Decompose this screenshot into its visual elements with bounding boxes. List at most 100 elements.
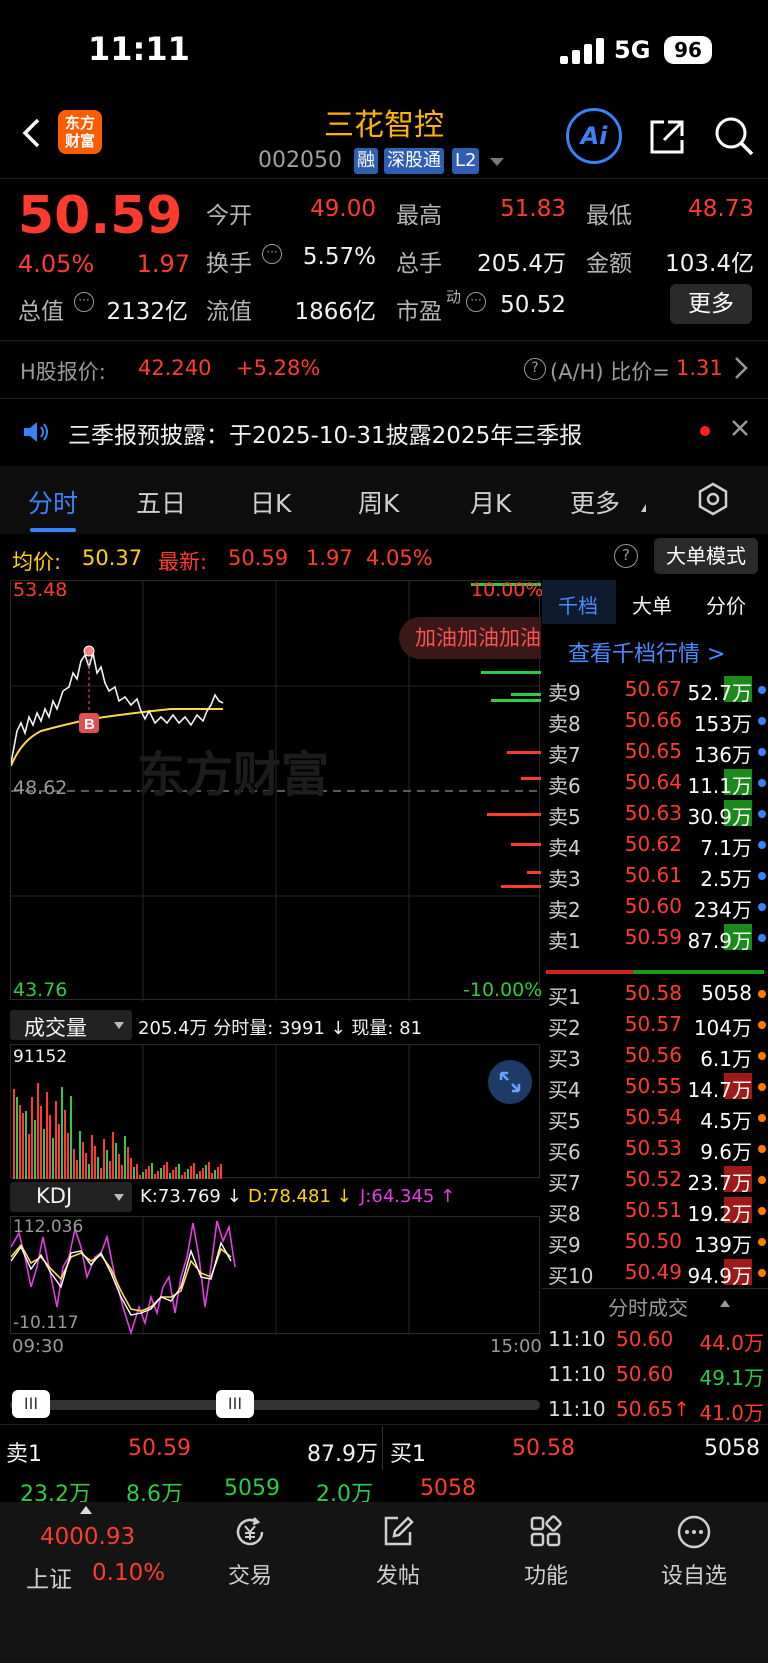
volume-bar (178, 1164, 180, 1179)
kdj-chart[interactable]: KDJ K:73.769 ↓ D:78.481 ↓ J:64.345 ↑ 112… (10, 1182, 542, 1357)
help-icon[interactable]: ? (614, 544, 638, 568)
bid-row[interactable]: 买1 50.58 5058 (542, 978, 768, 1009)
share-icon[interactable] (646, 116, 688, 158)
ask-row[interactable]: 卖4 50.62 7.1万 (542, 829, 768, 860)
tab-intraday[interactable]: 分时 (28, 484, 78, 520)
bid-row[interactable]: 买7 50.52 23.7万 (542, 1164, 768, 1195)
more-info-icon[interactable]: ··· (262, 244, 282, 264)
order-dot (758, 1145, 766, 1153)
kdj-axis-max: 112.036 (13, 1217, 84, 1237)
volume-bar (43, 1129, 45, 1179)
tab-daily-k[interactable]: 日K (250, 484, 291, 520)
ask-row[interactable]: 卖5 50.63 30.9万 (542, 798, 768, 829)
order-dot (758, 934, 766, 942)
comment-bubble[interactable]: 加油加油加油 (399, 617, 541, 659)
trades-title[interactable]: 分时成交 (608, 1292, 688, 1321)
announcement-bar[interactable]: 三季报预披露：于2025-10-31披露2025年三季报 (0, 400, 768, 466)
volume-chart[interactable]: 成交量 205.4万 分时量: 3991 ↓ 现量: 81 91152 (10, 1010, 540, 1180)
ask-row[interactable]: 卖7 50.65 136万 (542, 736, 768, 767)
order-dot (758, 1114, 766, 1122)
bid-row[interactable]: 买4 50.55 14.7万 (542, 1071, 768, 1102)
close-icon[interactable] (730, 418, 750, 442)
expand-icon[interactable] (488, 1060, 532, 1104)
more-info-icon[interactable]: ··· (74, 292, 94, 312)
level-price: 50.55 (624, 1074, 682, 1098)
tab-price-distribution[interactable]: 分价 (706, 590, 746, 619)
volume-bar (52, 1138, 54, 1179)
volume-label: 总手 (396, 251, 442, 277)
view-thousand-level-link[interactable]: 查看千档行情 > (568, 636, 725, 668)
kdj-indicator-select[interactable]: KDJ (10, 1182, 132, 1212)
bid-row[interactable]: 买2 50.57 104万 (542, 1009, 768, 1040)
bid-row[interactable]: 买9 50.50 139万 (542, 1226, 768, 1257)
tab-more[interactable]: 更多 (570, 484, 620, 520)
tab-thousand-level[interactable]: 千档 (558, 590, 598, 619)
trade-row: 11:10 50.60 44.0万 (542, 1324, 768, 1355)
index-ticker[interactable]: 4000.93 上证 0.10% (0, 1502, 180, 1602)
tab-monthly-k[interactable]: 月K (470, 484, 511, 520)
level-label: 卖6 (548, 774, 581, 798)
chart-tabs: 分时 五日 日K 周K 月K 更多 (0, 466, 768, 534)
help-icon[interactable]: ? (524, 358, 546, 380)
more-info-icon[interactable]: ··· (466, 292, 486, 312)
ask-row[interactable]: 卖6 50.64 11.1万 (542, 767, 768, 798)
h-share-row[interactable]: H股报价: 42.240 +5.28% ? (A/H) 比价= 1.31 (0, 340, 768, 396)
volume-bar (79, 1131, 81, 1179)
volume-bar (112, 1132, 114, 1179)
tab-weekly-k[interactable]: 周K (358, 484, 399, 520)
last-price: 50.59 (18, 186, 183, 246)
pct-axis-top: 10.00% (471, 579, 544, 601)
ask-row[interactable]: 卖1 50.59 87.9万 (542, 922, 768, 953)
ask-row[interactable]: 卖3 50.61 2.5万 (542, 860, 768, 891)
bid-row[interactable]: 买6 50.53 9.6万 (542, 1133, 768, 1164)
ask-row[interactable]: 卖2 50.60 234万 (542, 891, 768, 922)
level-volume: 94.9万 (687, 1264, 752, 1288)
intraday-summary: 均价: 50.37 最新: 50.59 1.97 4.05% ? (0, 536, 768, 580)
level-price: 50.53 (624, 1136, 682, 1160)
level-label: 卖3 (548, 867, 581, 891)
kdj-j: J:64.345 ↑ (360, 1186, 456, 1207)
tag-shenzhen-connect: 深股通 (384, 148, 444, 174)
price-axis-mid: 48.62 (13, 777, 68, 799)
level-label: 买9 (548, 1233, 581, 1257)
bid-row[interactable]: 买5 50.54 4.5万 (542, 1102, 768, 1133)
buy1-volume: 5058 (704, 1436, 760, 1461)
more-button[interactable]: 更多 (670, 284, 752, 324)
volume-bar (199, 1171, 201, 1179)
status-time: 11:11 (88, 30, 190, 68)
network-type: 5G (614, 36, 651, 64)
volume-bar (109, 1161, 111, 1179)
amount-label: 金额 (586, 251, 632, 277)
trade-row: 11:10 50.65↑ 41.0万 (542, 1394, 768, 1425)
buy-marker-label: B (84, 716, 95, 733)
search-icon[interactable] (712, 114, 756, 158)
level-volume: 136万 (693, 743, 752, 767)
tab-five-day[interactable]: 五日 (136, 484, 186, 520)
range-handle-right[interactable]: III (216, 1390, 254, 1418)
level-label: 买10 (548, 1264, 594, 1288)
level-volume: 23.7万 (687, 1171, 752, 1195)
order-dot (758, 686, 766, 694)
big-order-mode-button[interactable]: 大单模式 (654, 538, 758, 574)
volume-bar (148, 1166, 150, 1179)
ask-row[interactable]: 卖8 50.66 153万 (542, 705, 768, 736)
ask-row[interactable]: 卖9 50.67 52.7万 (542, 674, 768, 705)
volume-indicator-select[interactable]: 成交量 (10, 1010, 132, 1040)
signal-icon (560, 38, 604, 64)
bid-row[interactable]: 买10 50.49 94.9万 (542, 1257, 768, 1288)
queue-strip: 23.2万 8.6万 5059 2.0万 5058 (0, 1472, 768, 1507)
volume-bar (34, 1120, 36, 1179)
ai-assistant-button[interactable]: Ai (566, 108, 622, 164)
bid-row[interactable]: 买3 50.56 6.1万 (542, 1040, 768, 1071)
range-handle-left[interactable]: III (12, 1390, 50, 1418)
gear-icon[interactable] (696, 482, 730, 520)
chevron-down-icon (114, 1194, 124, 1201)
tab-big-orders[interactable]: 大单 (632, 590, 672, 619)
trade-time: 11:10 (548, 1327, 606, 1351)
intraday-price-chart[interactable]: 东方财富 B 53.48 48.62 43.76 10.00% -10.00% … (10, 579, 544, 1001)
time-range-scrollbar[interactable] (10, 1400, 540, 1410)
float-cap-label: 流值 (206, 299, 252, 325)
bid-row[interactable]: 买8 50.51 19.2万 (542, 1195, 768, 1226)
kdj-d: D:78.481 ↓ (248, 1186, 352, 1207)
chevron-down-icon[interactable] (490, 158, 504, 166)
